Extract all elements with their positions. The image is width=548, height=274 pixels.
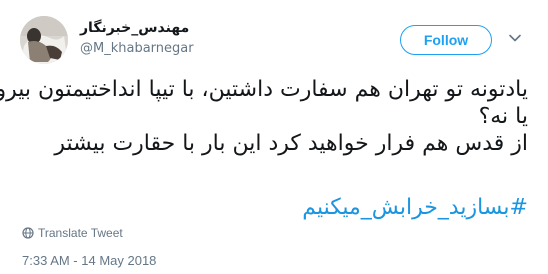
tweet-card: مهندس_خبرنگار @M_khabarnegar Follow یادت…: [0, 0, 548, 274]
tweet-timestamp[interactable]: 7:33 AM - 14 May 2018: [22, 253, 156, 268]
translate-tweet-link[interactable]: Translate Tweet: [22, 226, 123, 240]
tweet-text-line: یا نه؟: [478, 104, 528, 129]
avatar-photo: [20, 16, 68, 64]
tweet-text-line: از قدس هم فرار خواهید کرد این بار با حقا…: [54, 131, 528, 156]
author-name[interactable]: مهندس_خبرنگار: [80, 20, 189, 36]
translate-tweet-label: Translate Tweet: [38, 226, 123, 240]
hashtag-link[interactable]: #بسازید_خرابش_میکنیم: [20, 194, 528, 221]
tweet-text-line: یادتونه تو تهران هم سفارت داشتین، با تیپ…: [0, 77, 528, 102]
avatar[interactable]: [20, 16, 68, 64]
follow-button[interactable]: Follow: [400, 25, 492, 55]
chevron-down-icon[interactable]: [508, 31, 522, 45]
tweet-text: یادتونه تو تهران هم سفارت داشتین، با تیپ…: [0, 76, 528, 157]
author-handle[interactable]: @M_khabarnegar: [80, 41, 194, 56]
globe-icon: [22, 227, 34, 239]
